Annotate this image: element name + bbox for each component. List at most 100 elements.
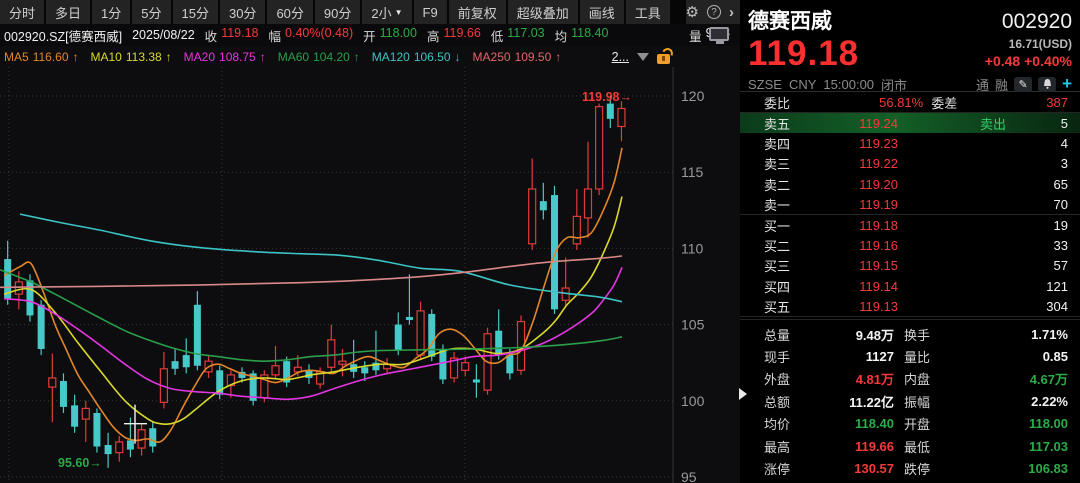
quote-fields: 收119.18幅0.40%(0.48)开118.00高119.66低117.03… <box>205 26 609 45</box>
tab-period-90分[interactable]: 90分 <box>315 0 360 24</box>
sell-action-label: 卖出 <box>980 114 1006 133</box>
market-status-row: SZSE CNY 15:00:00 闭市 通 融 ✎ + <box>748 74 1072 94</box>
ma-legend-MA250: MA250109.50↑ <box>473 50 562 64</box>
ma-more-link[interactable]: 2... <box>612 50 629 64</box>
tab-period-30分[interactable]: 30分 <box>220 0 265 24</box>
stat-振幅: 2.22% <box>1031 394 1068 409</box>
edit-icon[interactable]: ✎ <box>1014 77 1032 92</box>
stat-量比: 0.85 <box>1043 349 1068 364</box>
bid-row-买一[interactable]: 买一119.1819 <box>740 215 1080 235</box>
panel-collapse-arrow-icon[interactable] <box>739 388 747 400</box>
stats-row: 外盘4.81万内盘4.67万 <box>740 368 1080 390</box>
price-change: +0.48 +0.40% <box>985 53 1072 69</box>
ma-legend-bar: MA5116.60↑MA10113.38↑MA20108.75↑MA60104.… <box>0 46 740 67</box>
candlestick-chart[interactable]: 95100105110115120119.98→95.60→ <box>0 67 740 483</box>
quote-field-幅: 幅0.40%(0.48) <box>269 26 354 45</box>
stat-跌停: 106.83 <box>1028 461 1068 476</box>
stat-开盘: 118.00 <box>1029 416 1068 431</box>
stat-换手: 1.71% <box>1031 327 1068 342</box>
chart-pane: 分时多日1分5分15分30分60分90分2小▼F9前复权超级叠加画线工具⚙?› … <box>0 0 740 483</box>
stock-name: 德赛西威 <box>748 5 832 35</box>
bell-icon[interactable] <box>1038 77 1056 92</box>
toolbar-action-前复权[interactable]: 前复权 <box>449 0 506 24</box>
toolbar-action-画线[interactable]: 画线 <box>580 0 624 24</box>
stats-row: 总量9.48万换手1.71% <box>740 323 1080 345</box>
ask-row-卖一[interactable]: 卖一119.1970 <box>740 195 1080 215</box>
stat-内盘: 4.67万 <box>1030 369 1068 388</box>
ask-row-卖二[interactable]: 卖二119.2065 <box>740 174 1080 194</box>
toolbar-action-工具[interactable]: 工具 <box>626 0 670 24</box>
y-axis-label: 95 <box>681 469 697 483</box>
weibi-row: 委比 56.81% 委差 387 <box>740 92 1080 113</box>
quote-field-收: 收119.18 <box>205 26 259 45</box>
ask-row-卖五[interactable]: 卖五119.24卖出5 <box>740 113 1080 133</box>
y-axis-label: 100 <box>681 393 705 409</box>
tag-hk-connect: 通 <box>976 75 989 94</box>
gear-icon[interactable]: ⚙ <box>686 3 699 21</box>
ma-legend-MA60: MA60104.20↑ <box>278 50 360 64</box>
arrow-down-icon: ↓ <box>455 50 461 64</box>
period-toolbar: 分时多日1分5分15分30分60分90分2小▼F9前复权超级叠加画线工具 ⚙? › <box>0 0 740 24</box>
bid-row-买五[interactable]: 买五119.13304 <box>740 297 1080 317</box>
stat-最低: 117.03 <box>1029 439 1068 454</box>
arrow-up-icon: ↑ <box>555 50 561 64</box>
lock-icon[interactable] <box>657 54 670 64</box>
arrow-up-icon: ↑ <box>166 50 172 64</box>
toolbar-action-超级叠加[interactable]: 超级叠加 <box>508 0 578 24</box>
date-label: 2025/08/22 <box>132 28 195 42</box>
help-icon[interactable]: ? <box>707 5 721 19</box>
ma-line-MA60 <box>0 270 622 362</box>
stat-外盘: 4.81万 <box>814 369 894 388</box>
y-axis-label: 120 <box>681 88 705 104</box>
arrow-up-icon: ↑ <box>260 50 266 64</box>
add-watchlist-icon[interactable]: + <box>1062 74 1072 94</box>
arrow-up-icon: ↑ <box>73 50 79 64</box>
stat-现手: 1127 <box>814 349 894 364</box>
stats-row: 现手1127量比0.85 <box>740 345 1080 367</box>
y-axis-label: 105 <box>681 317 705 333</box>
stats-row: 涨停130.57跌停106.83 <box>740 457 1080 479</box>
chevron-down-icon[interactable] <box>637 53 649 61</box>
stat-最高: 119.66 <box>814 439 894 454</box>
bid-row-买四[interactable]: 买四119.14121 <box>740 276 1080 296</box>
bid-row-买二[interactable]: 买二119.1633 <box>740 235 1080 255</box>
stat-涨停: 130.57 <box>814 461 894 476</box>
ma-legend-MA10: MA10113.38↑ <box>91 50 172 64</box>
stats-row: 总额11.22亿振幅2.22% <box>740 390 1080 412</box>
quote-time: 15:00:00 <box>823 77 874 92</box>
monitor-overlay-icon[interactable] <box>709 27 731 46</box>
bid-levels: 买一119.1819买二119.1633买三119.1557买四119.1412… <box>740 215 1080 317</box>
tab-period-60分[interactable]: 60分 <box>267 0 312 24</box>
tab-period-1分[interactable]: 1分 <box>92 0 130 24</box>
quote-field-低: 低117.03 <box>491 26 545 45</box>
stats-row: 最高119.66最低117.03 <box>740 435 1080 457</box>
toolbar-action-F9[interactable]: F9 <box>414 0 447 24</box>
stock-terminal: 分时多日1分5分15分30分60分90分2小▼F9前复权超级叠加画线工具⚙?› … <box>0 0 1080 483</box>
ask-row-卖三[interactable]: 卖三119.223 <box>740 154 1080 174</box>
tab-period-5分[interactable]: 5分 <box>132 0 170 24</box>
tag-margin: 融 <box>995 75 1008 94</box>
exchange-label: SZSE <box>748 77 782 92</box>
stats-grid: 总量9.48万换手1.71%现手1127量比0.85外盘4.81万内盘4.67万… <box>740 319 1080 480</box>
chevron-down-icon: ▼ <box>395 8 403 17</box>
quote-field-均: 均118.40 <box>555 26 609 45</box>
stock-code: 002920 <box>1002 10 1072 34</box>
tab-period-15分[interactable]: 15分 <box>173 0 218 24</box>
ma-legend-MA120: MA120106.50↓ <box>372 50 461 64</box>
tab-period-2小[interactable]: 2小▼ <box>362 0 411 24</box>
symbol-label: 002920.SZ[德赛西威] <box>4 26 122 45</box>
tab-period-分时[interactable]: 分时 <box>0 0 44 24</box>
last-price: 119.18 <box>748 35 859 73</box>
ma-legend-MA20: MA20108.75↑ <box>184 50 266 64</box>
weibi-value: 56.81% <box>879 95 923 110</box>
ma-line-MA250 <box>0 256 622 287</box>
tab-period-多日[interactable]: 多日 <box>46 0 90 24</box>
toolbar-icons: ⚙? › <box>686 0 740 24</box>
more-chevron-icon[interactable]: › <box>729 4 734 21</box>
stat-总量: 9.48万 <box>814 325 894 344</box>
ask-row-卖四[interactable]: 卖四119.234 <box>740 133 1080 153</box>
bid-row-买三[interactable]: 买三119.1557 <box>740 256 1080 276</box>
quote-panel: 德赛西威 002920 119.18 16.71(USD) +0.48 +0.4… <box>740 0 1080 483</box>
currency-label: CNY <box>789 77 816 92</box>
quote-field-开: 开118.00 <box>363 26 417 45</box>
